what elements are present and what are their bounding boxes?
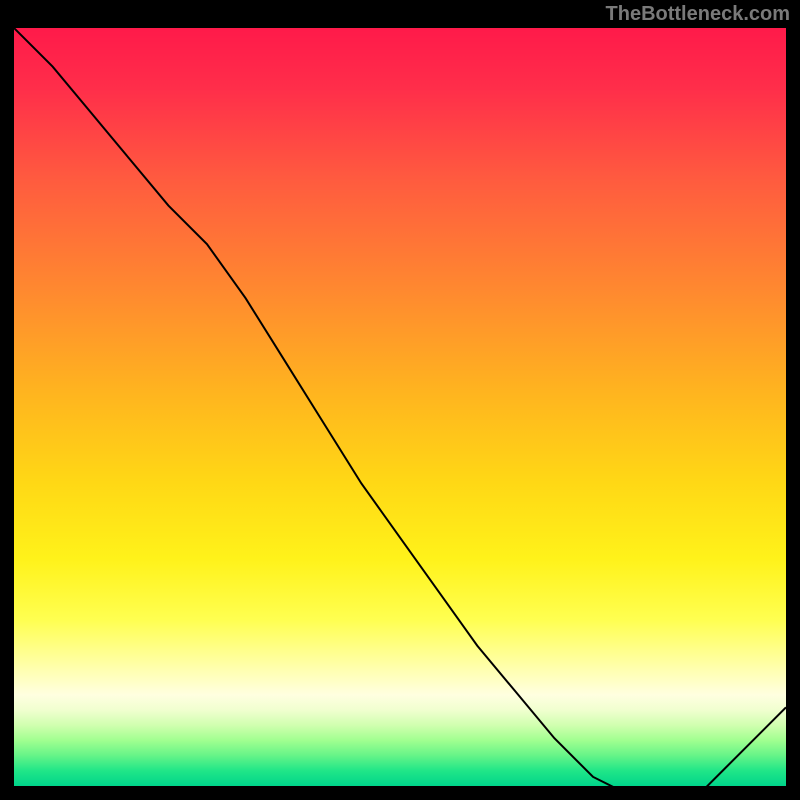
line-series [14,28,786,786]
attribution-label: TheBottleneck.com [606,3,790,26]
chart-plot-area [14,28,786,786]
curve-path [14,28,786,786]
